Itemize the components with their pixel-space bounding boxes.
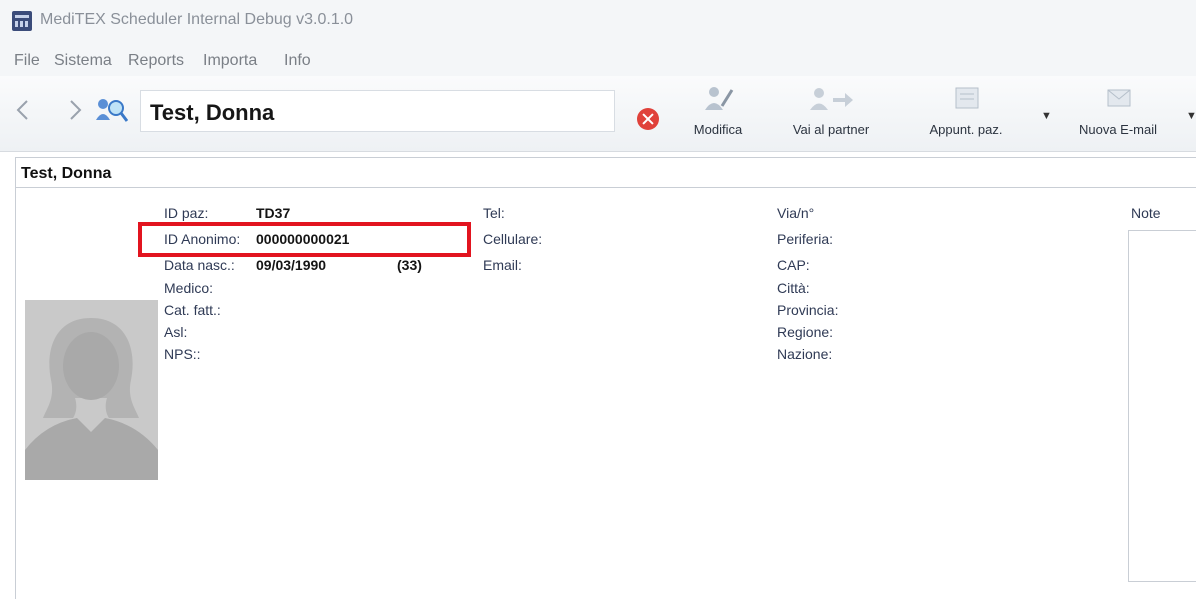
nazione-label: Nazione: bbox=[777, 346, 833, 362]
cellulare-label: Cellulare: bbox=[483, 231, 543, 247]
menu-file[interactable]: File bbox=[14, 52, 40, 70]
id-paz-label: ID paz: bbox=[164, 205, 209, 221]
panel-header bbox=[16, 158, 1196, 188]
via-label: Via/n° bbox=[777, 205, 815, 221]
asl-label: Asl: bbox=[164, 324, 188, 340]
patient-selector-name: Test, Donna bbox=[150, 100, 275, 125]
menu-bar: File Sistema Reports Importa Info bbox=[0, 42, 1196, 76]
menu-info[interactable]: Info bbox=[284, 52, 311, 70]
data-nasc-value: 09/03/1990 bbox=[256, 257, 327, 273]
back-arrow-icon[interactable] bbox=[14, 98, 32, 122]
modifica-label: Modifica bbox=[693, 122, 743, 137]
go-to-partner-icon bbox=[810, 88, 853, 110]
title-bar: MediTEX Scheduler Internal Debug v3.0.1.… bbox=[0, 0, 1196, 42]
email-label: Email: bbox=[483, 257, 522, 273]
vai-al-partner-button[interactable]: Vai al partner bbox=[776, 84, 886, 146]
nuova-email-label: Nuova E-mail bbox=[1078, 122, 1158, 137]
menu-reports[interactable]: Reports bbox=[128, 52, 184, 70]
id-anonimo-highlight bbox=[138, 222, 471, 257]
modifica-button[interactable]: Modifica bbox=[690, 84, 746, 146]
note-textarea[interactable] bbox=[1128, 230, 1196, 582]
nuova-email-dropdown-icon[interactable]: ▼ bbox=[1186, 110, 1196, 122]
edit-user-icon bbox=[705, 87, 734, 110]
appunt-paz-label: Appunt. paz. bbox=[929, 122, 1003, 137]
note-label: Note bbox=[1131, 205, 1161, 221]
app-icon bbox=[12, 11, 32, 31]
menu-sistema[interactable]: Sistema bbox=[54, 52, 112, 70]
panel-title: Test, Donna bbox=[21, 165, 112, 182]
provincia-label: Provincia: bbox=[777, 302, 839, 318]
data-nasc-label: Data nasc.: bbox=[164, 257, 235, 273]
patient-avatar bbox=[25, 300, 158, 480]
medico-label: Medico: bbox=[164, 280, 214, 296]
window-title: MediTEX Scheduler Internal Debug v3.0.1.… bbox=[40, 11, 354, 28]
appunt-paz-button[interactable]: Appunt. paz. bbox=[916, 84, 1016, 146]
vai-al-partner-label: Vai al partner bbox=[792, 122, 870, 137]
cat-fatt-label: Cat. fatt.: bbox=[164, 302, 221, 318]
regione-label: Regione: bbox=[777, 324, 834, 340]
tel-label: Tel: bbox=[483, 205, 505, 221]
id-paz-value: TD37 bbox=[256, 205, 291, 221]
nuova-email-button[interactable]: Nuova E-mail bbox=[1068, 84, 1168, 146]
new-email-icon bbox=[1107, 89, 1131, 107]
cap-label: CAP: bbox=[777, 257, 810, 273]
appunt-paz-dropdown-icon[interactable]: ▼ bbox=[1041, 110, 1052, 122]
menu-importa[interactable]: Importa bbox=[203, 52, 257, 70]
patient-notes-icon bbox=[955, 87, 979, 109]
citta-label: Città: bbox=[777, 280, 810, 296]
age-value: (33) bbox=[397, 257, 422, 273]
periferia-label: Periferia: bbox=[777, 231, 834, 247]
patient-search-icon[interactable] bbox=[94, 94, 129, 124]
clear-patient-icon[interactable] bbox=[637, 108, 659, 130]
forward-arrow-icon[interactable] bbox=[66, 98, 84, 122]
nps-label: NPS:: bbox=[164, 346, 201, 362]
